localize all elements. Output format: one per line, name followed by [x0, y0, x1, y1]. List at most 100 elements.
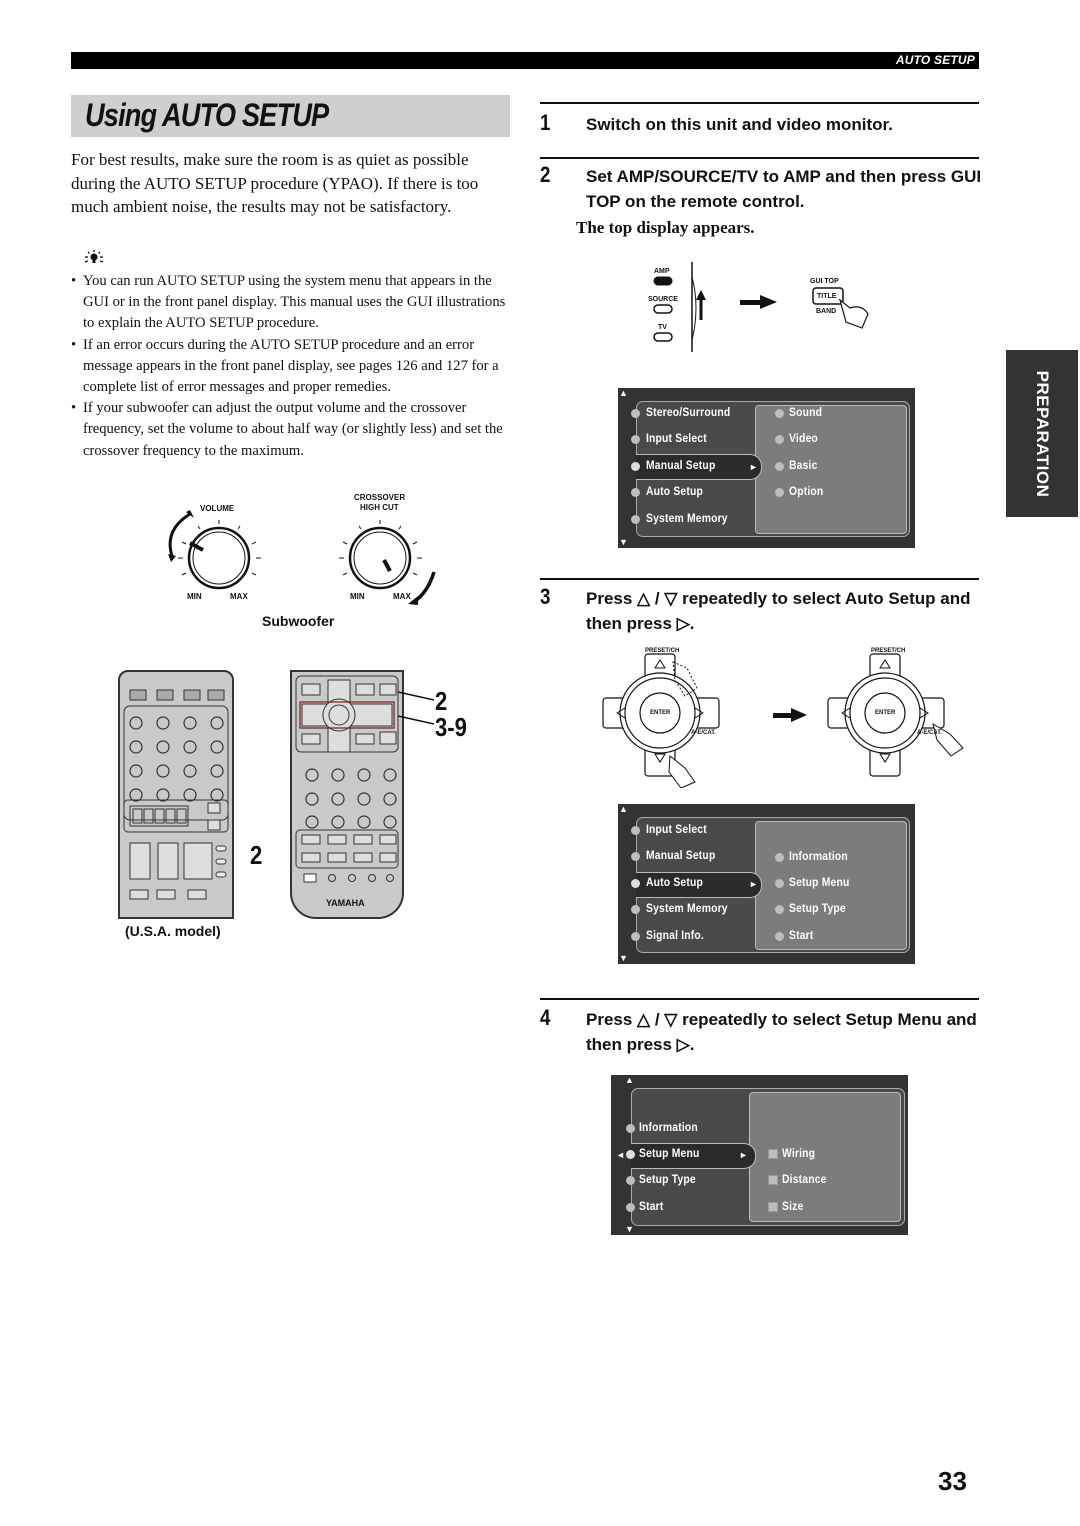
- step-text: Switch on this unit and video monitor.: [586, 115, 893, 134]
- remote-control-left: [118, 670, 234, 919]
- gui-screen-auto-setup: ▲ ▼ Input Select Manual Setup Auto Setup…: [618, 804, 915, 964]
- scroll-up-icon: ▲: [619, 388, 628, 398]
- gui-screen-setup-menu: ▲ ▼ ◄ Information Setup Menu ► Setup Typ…: [611, 1075, 908, 1235]
- gui-menu-item[interactable]: Setup Type: [639, 1174, 696, 1186]
- submenu-arrow-icon: ►: [739, 1150, 748, 1160]
- page-title: Using AUTO SETUP: [85, 97, 329, 133]
- gui-menu-item[interactable]: System Memory: [646, 903, 728, 915]
- step-number: 4: [540, 1005, 551, 1030]
- step-result-text: The top display appears.: [576, 218, 755, 237]
- gui-menu-item-selected[interactable]: Manual Setup: [646, 460, 715, 472]
- gui-menu-item[interactable]: Input Select: [646, 433, 707, 445]
- gui-menu-item[interactable]: Stereo/Surround: [646, 407, 730, 419]
- gui-submenu-item[interactable]: Start: [789, 930, 813, 942]
- crossover-min-label: MIN: [350, 592, 365, 601]
- step-4: 4 Press △ / ▽ repeatedly to select Setup…: [540, 1005, 979, 1060]
- step-text: Set AMP/SOURCE/TV to AMP and then press …: [586, 167, 982, 211]
- scroll-down-icon: ▼: [625, 1224, 634, 1234]
- gui-submenu-item[interactable]: Distance: [782, 1174, 827, 1186]
- gui-menu-item[interactable]: Information: [639, 1122, 698, 1134]
- step-3-illustration: PRESET/CH ENTER A-E/CAT. PRESET/CH ENTER…: [595, 648, 980, 789]
- page-number: 33: [938, 1466, 967, 1496]
- lightbulb-tip-icon: [84, 250, 104, 263]
- title-button-label: TITLE: [817, 293, 837, 300]
- scroll-up-icon: ▲: [625, 1075, 634, 1085]
- pressing-hand-icon: [838, 298, 869, 329]
- pressing-hand-icon: [668, 755, 696, 789]
- gui-submenu-item[interactable]: Size: [782, 1201, 803, 1213]
- gui-menu-item-selected[interactable]: Auto Setup: [646, 877, 703, 889]
- step-1-rule: [540, 102, 979, 104]
- section-side-tab: PREPARATION: [1006, 350, 1078, 517]
- gui-menu-item[interactable]: Start: [639, 1201, 663, 1213]
- gui-menu-item[interactable]: Manual Setup: [646, 850, 715, 862]
- gui-submenu-item[interactable]: Sound: [789, 407, 822, 419]
- step-text: Press △ / ▽ repeatedly to select Setup M…: [586, 1010, 977, 1054]
- remote-nav-graphic: [295, 675, 399, 883]
- gui-menu-item[interactable]: System Memory: [646, 513, 728, 525]
- scroll-down-icon: ▼: [619, 537, 628, 547]
- gui-submenu-item[interactable]: Wiring: [782, 1148, 815, 1160]
- step-number: 1: [540, 110, 551, 135]
- tips-list: You can run AUTO SETUP using the system …: [71, 271, 511, 462]
- section-header-label: AUTO SETUP: [895, 53, 975, 67]
- step-3: 3 Press △ / ▽ repeatedly to select Auto …: [540, 584, 979, 639]
- tip-item: You can run AUTO SETUP using the system …: [71, 271, 511, 335]
- step-2-rule: [540, 157, 979, 159]
- gui-submenu-item[interactable]: Video: [789, 433, 818, 445]
- arrow-right-icon: [791, 708, 807, 722]
- remote-control-right: YAMAHA: [290, 670, 404, 919]
- callout-step-3-9: 3-9: [435, 712, 467, 742]
- volume-max-label: MAX: [230, 592, 248, 601]
- gui-submenu-item[interactable]: Information: [789, 851, 848, 863]
- volume-dial: [168, 510, 261, 590]
- gui-menu-item[interactable]: Input Select: [646, 824, 707, 836]
- crossover-label: CROSSOVER: [354, 493, 406, 502]
- band-label: BAND: [816, 308, 837, 315]
- subwoofer-caption: Subwoofer: [262, 613, 335, 629]
- mode-switch-graphic: [653, 262, 869, 352]
- crossover-max-label: MAX: [393, 592, 411, 601]
- preset-ch-label: PRESET/CH: [645, 648, 680, 654]
- scroll-down-icon: ▼: [619, 953, 628, 963]
- submenu-arrow-icon: ►: [749, 879, 758, 889]
- enter-label: ENTER: [875, 710, 896, 716]
- gui-menu-item-selected[interactable]: Setup Menu: [639, 1148, 699, 1160]
- subwoofer-dials-graphic: [168, 510, 436, 605]
- step-1: 1 Switch on this unit and video monitor.: [540, 110, 979, 140]
- gui-menu-item[interactable]: Signal Info.: [646, 930, 704, 942]
- ae-cat-label: A-E/CAT.: [691, 730, 716, 736]
- step-4-rule: [540, 998, 979, 1000]
- gui-submenu-item[interactable]: Basic: [789, 460, 818, 472]
- arrow-right-icon: [760, 295, 777, 309]
- back-arrow-icon: ◄: [616, 1150, 625, 1160]
- tip-item: If your subwoofer can adjust the output …: [71, 398, 511, 462]
- remote-model-caption: (U.S.A. model): [125, 923, 221, 939]
- tip-item: If an error occurs during the AUTO SETUP…: [71, 335, 511, 399]
- step-text: Press △ / ▽ repeatedly to select Auto Se…: [586, 589, 971, 633]
- enter-label: ENTER: [650, 710, 671, 716]
- page-title-box: Using AUTO SETUP: [71, 95, 510, 137]
- gui-screen-top-menu: ▲ ▼ Stereo/Surround Input Select Manual …: [618, 388, 915, 548]
- ae-cat-label: A-E/CAT.: [917, 730, 942, 736]
- gui-submenu-item[interactable]: Option: [789, 486, 823, 498]
- gui-submenu-item[interactable]: Setup Type: [789, 903, 846, 915]
- gui-submenu-item[interactable]: Setup Menu: [789, 877, 849, 889]
- step-2: 2 Set AMP/SOURCE/TV to AMP and then pres…: [540, 162, 981, 242]
- intro-paragraph: For best results, make sure the room is …: [71, 150, 479, 216]
- preset-ch-label: PRESET/CH: [871, 648, 906, 654]
- scroll-up-icon: ▲: [619, 804, 628, 814]
- side-tab-label: PREPARATION: [1033, 370, 1052, 497]
- gui-menu-item[interactable]: Auto Setup: [646, 486, 703, 498]
- step-number: 3: [540, 584, 551, 609]
- cursor-pad-graphic: [602, 653, 964, 789]
- remote-control-graphic: [123, 689, 229, 900]
- step-3-rule: [540, 578, 979, 580]
- yamaha-logo: YAMAHA: [326, 898, 365, 908]
- submenu-arrow-icon: ►: [749, 462, 758, 472]
- step-number: 2: [540, 162, 551, 187]
- callout-step-2-left: 2: [250, 840, 263, 870]
- pressing-hand-icon: [932, 722, 964, 757]
- section-header-bar: AUTO SETUP: [71, 52, 979, 69]
- subwoofer-illustration: VOLUME CROSSOVER HIGH CUT MIN MAX MIN MA…: [150, 485, 450, 635]
